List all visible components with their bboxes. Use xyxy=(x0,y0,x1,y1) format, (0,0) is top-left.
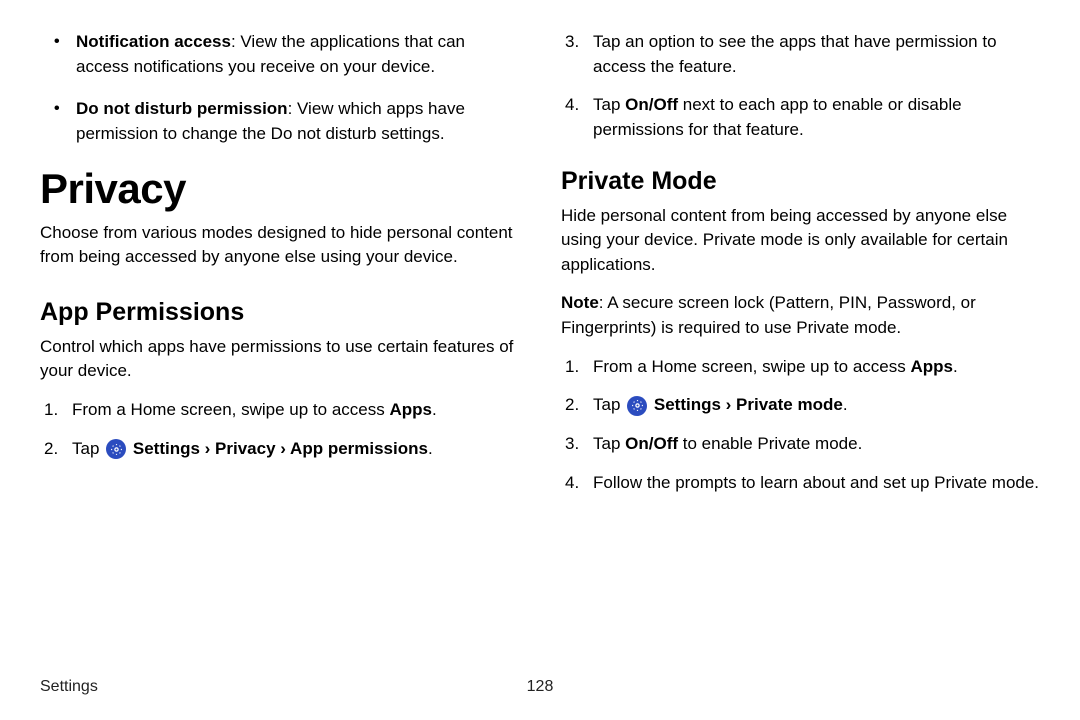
privacy-intro: Choose from various modes designed to hi… xyxy=(40,221,519,270)
step-post: . xyxy=(953,357,958,376)
step-text: From a Home screen, swipe up to access xyxy=(593,357,910,376)
step-1: From a Home screen, swipe up to access A… xyxy=(40,398,519,423)
bullet-term: Notification access xyxy=(76,32,231,51)
settings-icon xyxy=(106,439,126,459)
pm-step-3: Tap On/Off to enable Private mode. xyxy=(561,432,1040,457)
pm-step-2: Tap Settings › Private mode. xyxy=(561,393,1040,418)
step-post: . xyxy=(428,439,433,458)
bullet-notification-access: Notification access: View the applicatio… xyxy=(76,30,519,79)
app-permissions-intro: Control which apps have permissions to u… xyxy=(40,335,519,384)
app-permissions-label: App permissions xyxy=(286,439,428,458)
pm-step-4: Follow the prompts to learn about and se… xyxy=(561,471,1040,496)
bullet-term: Do not disturb permission xyxy=(76,99,288,118)
page-footer: Settings 128 xyxy=(40,678,1040,696)
apps-label: Apps xyxy=(910,357,953,376)
footer-section: Settings xyxy=(40,678,98,696)
step-text: Tap xyxy=(593,95,625,114)
step-3: Tap an option to see the apps that have … xyxy=(561,30,1040,79)
private-mode-intro: Hide personal content from being accesse… xyxy=(561,204,1040,278)
step-text: Follow the prompts to learn about and se… xyxy=(593,473,1039,492)
settings-icon xyxy=(627,396,647,416)
heading-private-mode: Private Mode xyxy=(561,167,1040,196)
bullet-dnd-permission: Do not disturb permission: View which ap… xyxy=(76,97,519,146)
app-permissions-steps-cont: Tap an option to see the apps that have … xyxy=(561,30,1040,143)
step-2: Tap Settings › Privacy › App permissions… xyxy=(40,437,519,462)
privacy-label: Privacy xyxy=(210,439,280,458)
step-4: Tap On/Off next to each app to enable or… xyxy=(561,93,1040,142)
onoff-label: On/Off xyxy=(625,434,678,453)
heading-app-permissions: App Permissions xyxy=(40,298,519,327)
private-mode-steps: From a Home screen, swipe up to access A… xyxy=(561,355,1040,496)
bullet-list: Notification access: View the applicatio… xyxy=(40,30,519,147)
right-column: Tap an option to see the apps that have … xyxy=(561,30,1040,700)
step-post: . xyxy=(432,400,437,419)
footer-page-number: 128 xyxy=(527,678,554,696)
page-content: Notification access: View the applicatio… xyxy=(40,30,1040,700)
left-column: Notification access: View the applicatio… xyxy=(40,30,519,700)
note-label: Note xyxy=(561,293,599,312)
note-body: : A secure screen lock (Pattern, PIN, Pa… xyxy=(561,293,976,337)
apps-label: Apps xyxy=(389,400,432,419)
onoff-label: On/Off xyxy=(625,95,678,114)
step-text: Tap xyxy=(72,439,104,458)
app-permissions-steps: From a Home screen, swipe up to access A… xyxy=(40,398,519,461)
settings-label: Settings xyxy=(128,439,205,458)
pm-step-1: From a Home screen, swipe up to access A… xyxy=(561,355,1040,380)
private-mode-note: Note: A secure screen lock (Pattern, PIN… xyxy=(561,291,1040,340)
step-text: Tap xyxy=(593,395,625,414)
step-post: . xyxy=(843,395,848,414)
step-text: From a Home screen, swipe up to access xyxy=(72,400,389,419)
heading-privacy: Privacy xyxy=(40,165,519,213)
step-post: to enable Private mode. xyxy=(678,434,862,453)
step-text: Tap an option to see the apps that have … xyxy=(593,32,997,76)
step-text: Tap xyxy=(593,434,625,453)
private-mode-label: Private mode xyxy=(731,395,843,414)
settings-label: Settings xyxy=(649,395,726,414)
